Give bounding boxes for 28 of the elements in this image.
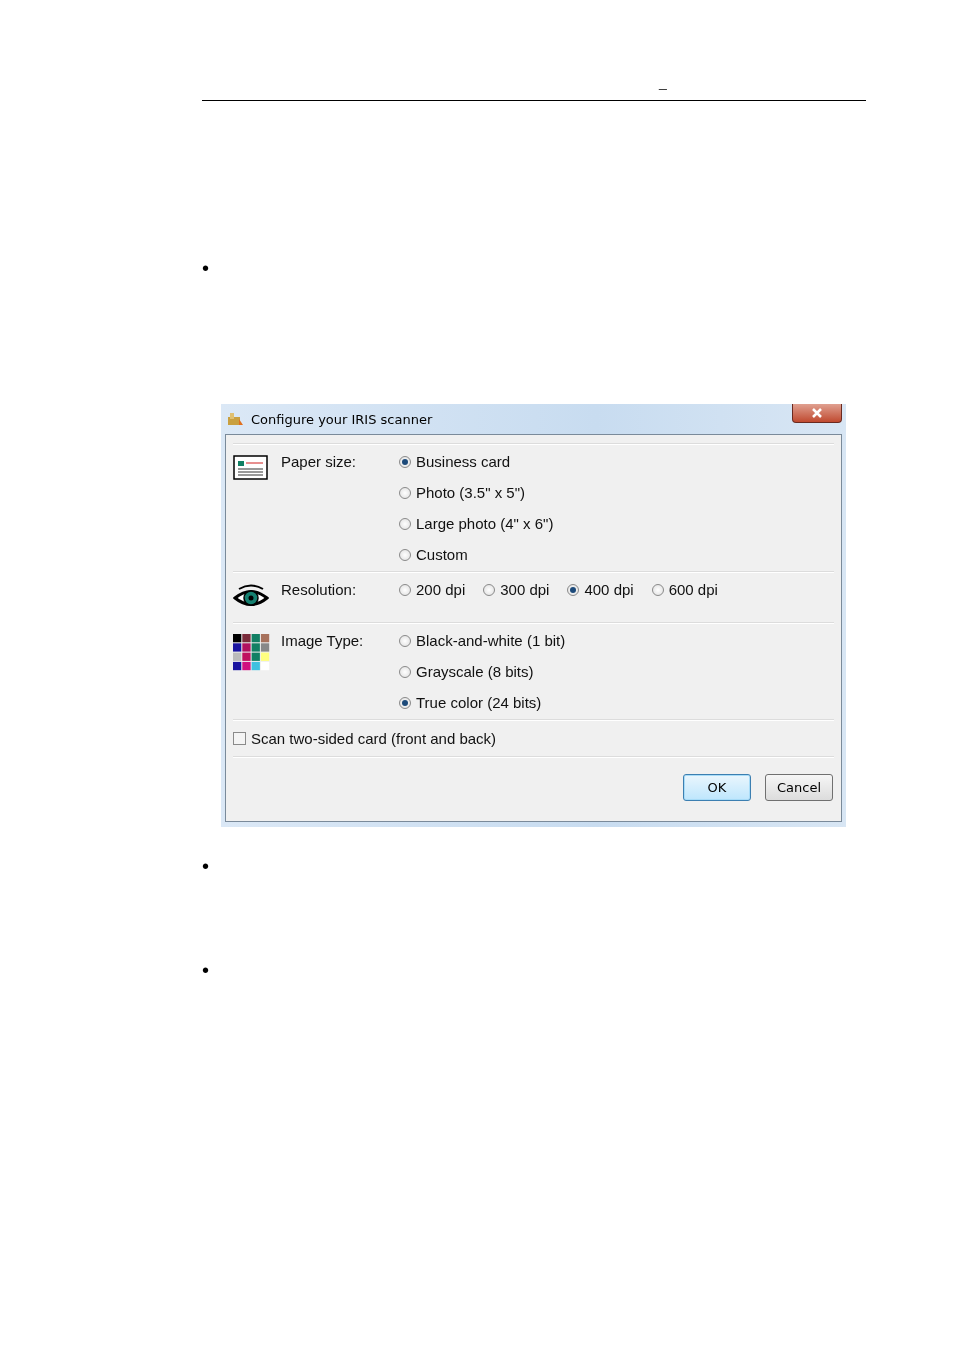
scanner-icon (227, 411, 245, 427)
cancel-button[interactable]: Cancel (765, 774, 833, 801)
radio-option[interactable]: Business card (399, 451, 554, 472)
palette-icon (233, 634, 270, 671)
close-button[interactable] (792, 404, 842, 423)
section-label: Resolution: (281, 580, 358, 600)
close-icon (810, 408, 824, 418)
radio-option[interactable]: 200 dpi (399, 579, 466, 600)
header-mark: _ (659, 74, 667, 90)
ok-button[interactable]: OK (683, 774, 751, 801)
bullet: • (202, 856, 210, 876)
radio-option[interactable]: Black-and-white (1 bit) (399, 630, 566, 651)
eye-icon (233, 583, 269, 609)
radio-option[interactable]: 600 dpi (651, 579, 718, 600)
section-label: Paper size: (281, 452, 358, 472)
radio-option[interactable]: Custom (399, 544, 554, 565)
radio-option[interactable]: Grayscale (8 bits) (399, 661, 566, 682)
radio-option[interactable]: True color (24 bits) (399, 692, 566, 713)
radio-option[interactable]: 300 dpi (483, 579, 550, 600)
section-label: Image Type: (281, 631, 365, 651)
bullet: • (202, 960, 210, 980)
checkbox-option[interactable]: Scan two-sided card (front and back) (233, 721, 834, 756)
radio-option[interactable]: 400 dpi (567, 579, 634, 600)
bullet: • (202, 258, 210, 278)
card-icon (233, 455, 268, 480)
window-title: Configure your IRIS scanner (251, 411, 433, 427)
radio-option[interactable]: Large photo (4" x 6") (399, 513, 554, 534)
radio-option[interactable]: Photo (3.5" x 5") (399, 482, 554, 503)
